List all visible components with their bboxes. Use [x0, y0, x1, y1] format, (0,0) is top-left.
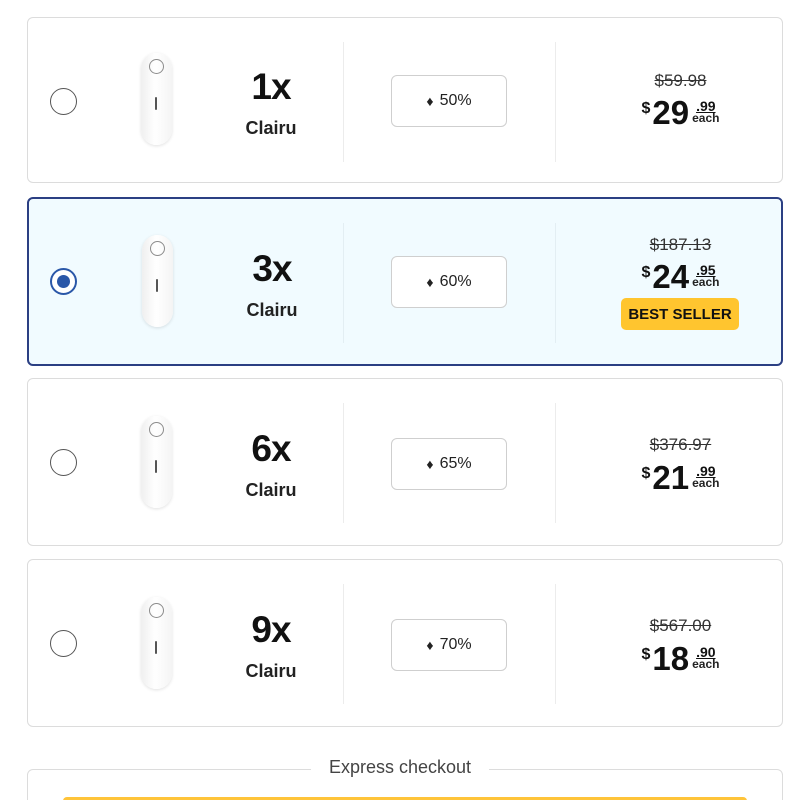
- offer-radio[interactable]: [50, 630, 77, 657]
- offer-radio[interactable]: [50, 88, 77, 115]
- price-whole: 18: [652, 640, 690, 677]
- best-seller-badge: BEST SELLER: [621, 298, 739, 330]
- product-image: [141, 597, 172, 689]
- currency-symbol: $: [641, 465, 651, 482]
- offer-product-name: Clairu: [246, 300, 298, 320]
- discount-badge: ♦ 70%: [391, 619, 507, 671]
- divider: [555, 42, 556, 162]
- radio-dot: [57, 275, 70, 288]
- offer-radio[interactable]: [50, 268, 77, 295]
- product-image: [141, 416, 172, 508]
- offer-quantity: 3x: [252, 248, 292, 289]
- divider: [555, 584, 556, 704]
- divider: [555, 223, 556, 343]
- price-unit: each: [692, 111, 720, 125]
- divider: [343, 42, 344, 162]
- offer-product-name: Clairu: [245, 480, 297, 500]
- price-whole: 21: [652, 459, 690, 496]
- tag-icon: ♦: [426, 274, 434, 290]
- price-whole: 29: [652, 94, 690, 131]
- discount-badge: ♦ 50%: [391, 75, 507, 127]
- price-unit: each: [692, 476, 720, 490]
- discount-value: 50%: [439, 92, 472, 109]
- offer-price: $ 24 .95 each: [588, 260, 773, 294]
- price-unit: each: [692, 275, 720, 289]
- currency-symbol: $: [641, 646, 651, 663]
- price-unit: each: [692, 657, 720, 671]
- divider: [343, 403, 344, 523]
- tag-icon: ♦: [426, 637, 434, 653]
- discount-badge: ♦ 60%: [391, 256, 507, 308]
- offer-quantity: 6x: [251, 428, 291, 469]
- currency-symbol: $: [641, 264, 651, 281]
- discount-badge: ♦ 65%: [391, 438, 507, 490]
- original-price: $187.13: [649, 235, 712, 254]
- tag-icon: ♦: [426, 456, 434, 472]
- divider: [343, 584, 344, 704]
- express-checkout-heading: Express checkout: [0, 757, 800, 778]
- offer-price: $ 21 .99 each: [588, 461, 773, 495]
- offer-product-name: Clairu: [245, 661, 297, 681]
- offer-quantity: 1x: [251, 66, 291, 107]
- offer-product-name: Clairu: [245, 118, 297, 138]
- offer-radio[interactable]: [50, 449, 77, 476]
- tag-icon: ♦: [426, 93, 434, 109]
- product-image: [142, 235, 173, 327]
- original-price: $376.97: [649, 435, 712, 454]
- offer-option-3x[interactable]: 3x Clairu ♦ 60% $187.13 $ 24 .95 each BES…: [27, 197, 783, 366]
- discount-value: 65%: [439, 455, 472, 472]
- original-price: $59.98: [654, 71, 707, 90]
- offer-price: $ 29 .99 each: [588, 96, 773, 130]
- offer-option-6x[interactable]: 6x Clairu ♦ 65% $376.97 $ 21 .99 each: [27, 378, 783, 546]
- offer-quantity: 9x: [251, 609, 291, 650]
- offer-price: $ 18 .90 each: [588, 642, 773, 676]
- discount-value: 60%: [439, 273, 472, 290]
- original-price: $567.00: [649, 616, 712, 635]
- offer-option-1x[interactable]: 1x Clairu ♦ 50% $59.98 $ 29 .99 each: [27, 17, 783, 183]
- currency-symbol: $: [641, 100, 651, 117]
- price-whole: 24: [652, 258, 690, 295]
- divider: [343, 223, 344, 343]
- divider: [555, 403, 556, 523]
- offer-option-9x[interactable]: 9x Clairu ♦ 70% $567.00 $ 18 .90 each: [27, 559, 783, 727]
- discount-value: 70%: [439, 636, 472, 653]
- product-image: [141, 53, 172, 145]
